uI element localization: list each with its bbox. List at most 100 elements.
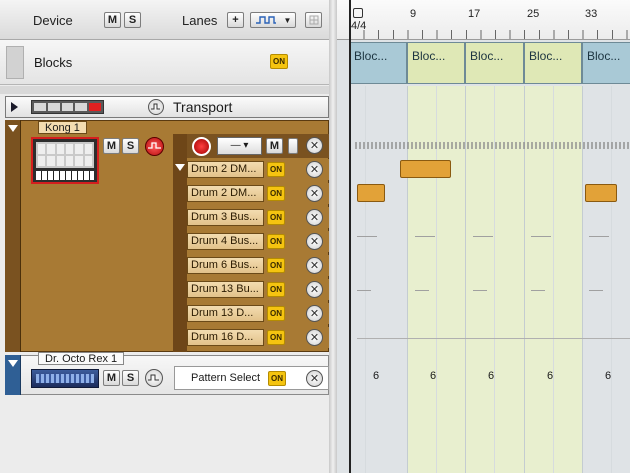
pattern-select-lane[interactable]: Pattern Select ON ✕: [174, 366, 329, 390]
sequencer-track-list: Device M S Lanes + ▼ Blocks ON Transport: [0, 0, 329, 473]
automation-icon[interactable]: [148, 99, 164, 115]
note-clip[interactable]: [585, 184, 617, 202]
pane-splitter[interactable]: [329, 0, 337, 473]
lane-label: Drum 13 Bu...: [187, 281, 264, 298]
lane-on-button[interactable]: ON: [267, 210, 285, 225]
lane-clip-marks[interactable]: [357, 338, 630, 339]
drum-lane[interactable]: Drum 4 Bus... ON ✕: [187, 231, 329, 252]
delete-lane-icon[interactable]: ✕: [306, 233, 323, 250]
playhead[interactable]: [349, 0, 351, 473]
lane-label: Drum 6 Bus...: [187, 257, 264, 274]
lane-label: Drum 2 DM...: [187, 185, 264, 202]
blocks-on-button[interactable]: ON: [270, 54, 288, 69]
collapse-arrow-icon[interactable]: [8, 360, 18, 367]
delete-lane-icon[interactable]: ✕: [306, 370, 323, 387]
block-clip[interactable]: Bloc...: [465, 42, 524, 84]
octo-rex-track-name[interactable]: Dr. Octo Rex 1: [38, 352, 125, 365]
delete-lane-icon[interactable]: ✕: [306, 209, 323, 226]
lane-on-button[interactable]: ON: [267, 330, 285, 345]
block-clip[interactable]: Bloc...: [582, 42, 630, 84]
kong-mute-button[interactable]: M: [103, 138, 120, 154]
lanes-collapse-arrow-icon[interactable]: [175, 164, 185, 171]
kong-note-clips[interactable]: [355, 142, 630, 149]
block-clip[interactable]: Bloc...: [407, 42, 465, 84]
lane-label: Drum 4 Bus...: [187, 233, 264, 250]
collapse-arrow-icon[interactable]: [8, 125, 18, 132]
transport-track[interactable]: Transport: [5, 96, 329, 118]
bar-number: 25: [527, 8, 540, 20]
lane-label: Drum 16 D...: [187, 329, 264, 346]
bar-number: 9: [410, 8, 417, 20]
octo-rex-mute-button[interactable]: M: [103, 370, 120, 386]
lane-mute-button[interactable]: M: [266, 138, 283, 154]
timeline-ruler[interactable]: 4/4 9 17 25 33: [337, 0, 630, 40]
drum-lane[interactable]: Drum 16 D... ON ✕: [187, 327, 329, 348]
kong-record-enable-icon[interactable]: [145, 137, 164, 156]
divider: [0, 86, 329, 94]
delete-lane-icon[interactable]: ✕: [306, 137, 323, 154]
expand-arrow-icon[interactable]: [11, 102, 18, 112]
kong-track-name[interactable]: Kong 1: [38, 121, 87, 134]
track-list-header: Device M S Lanes + ▼: [0, 0, 329, 40]
drum-lane[interactable]: Drum 13 D... ON ✕: [187, 303, 329, 324]
delete-lane-icon[interactable]: ✕: [306, 185, 323, 202]
arrangement-view[interactable]: 4/4 9 17 25 33 Bloc... Bloc... Bloc... B…: [337, 0, 630, 473]
kong-device-thumbnail[interactable]: [31, 137, 99, 184]
pattern-select-on-button[interactable]: ON: [268, 371, 286, 386]
lane-selector-dropdown[interactable]: — ▾: [217, 137, 262, 155]
lane-solo-button[interactable]: [288, 138, 298, 154]
device-mute-column-button[interactable]: M: [104, 12, 121, 28]
drum-lane[interactable]: Drum 13 Bu... ON ✕: [187, 279, 329, 300]
drum-lane[interactable]: Drum 2 DM... ON ✕: [187, 159, 329, 180]
pattern-value[interactable]: 6: [488, 370, 494, 382]
lane-on-button[interactable]: ON: [267, 162, 285, 177]
lane-clip-marks[interactable]: [357, 236, 630, 237]
kong-solo-button[interactable]: S: [122, 138, 139, 154]
lane-on-button[interactable]: ON: [267, 258, 285, 273]
ruler-ticks: [349, 30, 630, 39]
octo-rex-solo-button[interactable]: S: [122, 370, 139, 386]
lane-record-icon[interactable]: [192, 137, 211, 156]
drum-pads-icon: [36, 142, 94, 168]
block-clip[interactable]: Bloc...: [349, 42, 407, 84]
pattern-value[interactable]: 6: [430, 370, 436, 382]
pattern-value[interactable]: 6: [547, 370, 553, 382]
device-column-label: Device: [33, 13, 73, 28]
chevron-down-icon: ▼: [283, 15, 292, 25]
lane-on-button[interactable]: ON: [267, 282, 285, 297]
pattern-value[interactable]: 6: [373, 370, 379, 382]
octo-rex-device-thumbnail[interactable]: [31, 369, 99, 388]
delete-lane-icon[interactable]: ✕: [306, 305, 323, 322]
add-lane-button[interactable]: +: [227, 12, 244, 28]
grid-toggle-icon[interactable]: [305, 12, 322, 28]
rex-display-icon: [36, 374, 94, 383]
bar-number: 17: [468, 8, 481, 20]
lane-clip-marks[interactable]: [357, 290, 630, 291]
kong-track-handle[interactable]: [5, 120, 21, 352]
block-clip[interactable]: Bloc...: [524, 42, 582, 84]
lane-on-button[interactable]: ON: [267, 234, 285, 249]
lane-on-button[interactable]: ON: [267, 186, 285, 201]
keyboard-icon: [36, 171, 94, 180]
delete-lane-icon[interactable]: ✕: [306, 281, 323, 298]
octo-rex-track-handle[interactable]: [5, 355, 21, 395]
automation-icon[interactable]: [145, 369, 163, 387]
loop-marker-icon[interactable]: [353, 8, 363, 18]
blocks-track[interactable]: Blocks ON: [0, 40, 329, 85]
transport-device-icon: [31, 100, 104, 114]
drum-lane[interactable]: Drum 3 Bus... ON ✕: [187, 207, 329, 228]
lane-on-button[interactable]: ON: [267, 306, 285, 321]
note-clip[interactable]: [400, 160, 451, 178]
delete-lane-icon[interactable]: ✕: [306, 257, 323, 274]
lane-type-dropdown[interactable]: ▼: [250, 12, 296, 28]
device-solo-column-button[interactable]: S: [124, 12, 141, 28]
drum-lane[interactable]: Drum 2 DM... ON ✕: [187, 183, 329, 204]
note-clip[interactable]: [357, 184, 385, 202]
blocks-track-label: Blocks: [34, 55, 73, 70]
delete-lane-icon[interactable]: ✕: [306, 329, 323, 346]
drum-lane-list: Drum 2 DM... ON ✕ Drum 2 DM... ON ✕ Drum…: [187, 159, 329, 348]
delete-lane-icon[interactable]: ✕: [306, 161, 323, 178]
drum-lane[interactable]: Drum 6 Bus... ON ✕: [187, 255, 329, 276]
lanes-column-label: Lanes: [182, 13, 218, 28]
pattern-value[interactable]: 6: [605, 370, 611, 382]
